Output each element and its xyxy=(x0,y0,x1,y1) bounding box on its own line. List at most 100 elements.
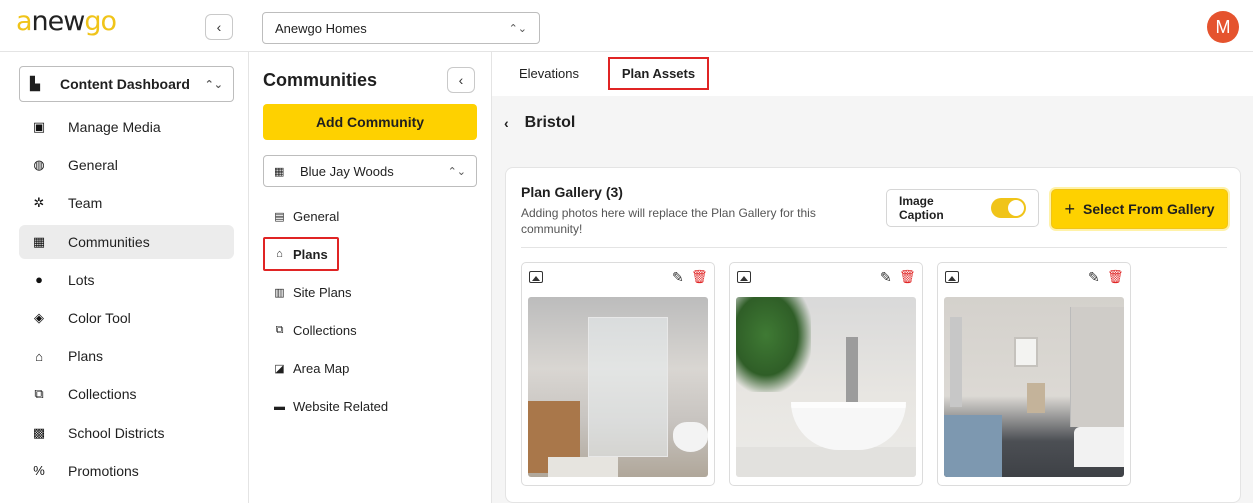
buildings-icon: ▦ xyxy=(32,233,46,249)
sidebar-nav: ▣ Manage Media ◍ General ✲ Team ▦ Communitie… xyxy=(19,110,234,492)
window-icon: ▬ xyxy=(274,400,285,413)
subnav-item-label: General xyxy=(293,208,340,224)
school-icon: ▩ xyxy=(32,424,46,440)
gallery-photo[interactable] xyxy=(736,297,916,477)
dashboard-icon: ▙ xyxy=(30,76,40,91)
door xyxy=(1070,307,1124,427)
anewgo-logo[interactable]: anewgo xyxy=(16,6,117,37)
rug xyxy=(548,457,618,477)
subnav-item-site-plans[interactable]: ▥ Site Plans xyxy=(263,275,477,309)
sidebar-item-lots[interactable]: ● Lots xyxy=(19,263,234,297)
subnav-item-label: Plans xyxy=(293,246,328,262)
sidebar-item-manage-media[interactable]: ▣ Manage Media xyxy=(19,110,234,144)
top-bar: anewgo ‹ Anewgo Homes ⌃⌄ M xyxy=(0,0,1253,52)
tab-elevations[interactable]: Elevations xyxy=(514,57,584,90)
sidebar-item-communities[interactable]: ▦ Communities xyxy=(19,224,234,259)
gallery-photo[interactable] xyxy=(528,297,708,477)
shower-glass xyxy=(588,317,668,457)
image-icon xyxy=(945,271,959,283)
area-map-icon: ◪ xyxy=(274,363,285,376)
left-sidebar: ▙ Content Dashboard ⌃⌄ ▣ Manage Media ◍ Ge… xyxy=(0,52,249,503)
logo-part-b: new xyxy=(31,6,86,37)
communities-collapse-button[interactable]: ‹ xyxy=(447,67,475,93)
toggle-knob xyxy=(1008,200,1024,216)
subnav-item-plans[interactable]: ⌂ Plans xyxy=(263,237,339,272)
sidebar-item-label: Communities xyxy=(68,233,150,250)
trash-icon[interactable]: 🗑 xyxy=(1107,269,1124,285)
sidebar-item-label: Lots xyxy=(68,271,95,288)
percent-icon: % xyxy=(33,463,45,479)
sidebar-item-team[interactable]: ✲ Team xyxy=(19,186,234,220)
sidebar-item-color-tool[interactable]: ◈ Color Tool xyxy=(19,301,234,335)
home-icon: ⌂ xyxy=(35,348,43,364)
sidebar-item-label: Promotions xyxy=(68,462,139,479)
logo-part-a: a xyxy=(16,6,33,37)
map-icon: ▥ xyxy=(274,286,285,299)
edit-icon[interactable]: ✎ xyxy=(672,269,684,286)
select-from-gallery-button[interactable]: + Select From Gallery xyxy=(1051,189,1228,229)
edit-icon[interactable]: ✎ xyxy=(880,269,892,286)
communities-title: Communities xyxy=(263,70,378,90)
community-select[interactable]: ▦ Blue Jay Woods ⌃⌄ xyxy=(263,155,477,187)
map-pin-icon: ● xyxy=(35,272,43,288)
back-chevron-icon[interactable]: ‹ xyxy=(504,115,509,131)
user-avatar[interactable]: M xyxy=(1207,11,1239,43)
trash-icon[interactable]: 🗑 xyxy=(899,269,916,285)
towel xyxy=(1027,383,1045,413)
community-select-value: Blue Jay Woods xyxy=(300,163,394,179)
gallery-title: Plan Gallery (3) xyxy=(521,184,623,200)
gallery-photo[interactable] xyxy=(944,297,1124,477)
image-icon xyxy=(737,271,751,283)
builder-select[interactable]: Anewgo Homes ⌃⌄ xyxy=(262,12,540,44)
gallery-description: Adding photos here will replace the Plan… xyxy=(521,206,816,236)
communities-panel: Communities ‹ Add Community ▦ Blue Jay W… xyxy=(249,52,492,503)
sidebar-item-label: General xyxy=(68,157,118,174)
subnav-item-label: Collections xyxy=(293,323,357,339)
faucet xyxy=(846,337,858,407)
team-icon: ✲ xyxy=(33,195,45,211)
chevron-updown-icon: ⌃⌄ xyxy=(204,78,223,91)
select-gallery-label: Select From Gallery xyxy=(1083,201,1215,217)
edit-icon[interactable]: ✎ xyxy=(1088,269,1100,286)
image-caption-toggle[interactable] xyxy=(990,198,1026,218)
sidebar-collapse-button[interactable]: ‹ xyxy=(205,14,233,40)
sidebar-item-label: Team xyxy=(68,195,103,212)
community-subnav: ▤ General ⌂ Plans ▥ Site Plans ⧉ Collections… xyxy=(263,199,477,428)
subnav-item-website-related[interactable]: ▬ Website Related xyxy=(263,390,477,424)
collections-icon: ⧉ xyxy=(34,386,44,402)
subnav-item-area-map[interactable]: ◪ Area Map xyxy=(263,352,477,386)
plus-icon: + xyxy=(1064,198,1075,219)
plan-tabs: Elevations Plan Assets xyxy=(492,52,1253,96)
image-caption-label: Image Caption xyxy=(899,194,944,222)
sidebar-item-promotions[interactable]: % Promotions xyxy=(19,454,234,488)
add-community-button[interactable]: Add Community xyxy=(263,104,477,140)
home-icon: ⌂ xyxy=(276,248,283,261)
divider xyxy=(521,247,1227,248)
tab-plan-assets[interactable]: Plan Assets xyxy=(608,57,709,90)
sidebar-item-general[interactable]: ◍ General xyxy=(19,148,234,182)
toilet xyxy=(673,422,708,452)
trash-icon[interactable]: 🗑 xyxy=(691,269,708,285)
gallery-image-card: ✎ 🗑 xyxy=(521,262,715,486)
breadcrumb: ‹ Bristol xyxy=(504,114,575,132)
plant xyxy=(736,297,811,392)
counter xyxy=(736,447,916,477)
chevron-updown-icon: ⌃⌄ xyxy=(447,165,466,178)
plan-gallery-card: Plan Gallery (3) Adding photos here will… xyxy=(505,167,1241,503)
chevron-left-icon: ‹ xyxy=(458,72,464,88)
media-icon: ▣ xyxy=(32,119,46,134)
globe-icon: ◍ xyxy=(33,157,45,173)
chevron-updown-icon: ⌃⌄ xyxy=(508,22,527,35)
buildings-icon: ▦ xyxy=(274,165,285,178)
sidebar-item-label: Collections xyxy=(68,386,137,403)
sidebar-item-collections[interactable]: ⧉ Collections xyxy=(19,377,234,411)
subnav-item-collections[interactable]: ⧉ Collections xyxy=(263,314,477,348)
bathtub xyxy=(1074,427,1124,467)
sidebar-item-school-districts[interactable]: ▩ School Districts xyxy=(19,416,234,450)
content-dashboard-select[interactable]: ▙ Content Dashboard ⌃⌄ xyxy=(19,66,234,102)
subnav-item-general[interactable]: ▤ General xyxy=(263,199,477,233)
gallery-image-card: ✎ 🗑 xyxy=(729,262,923,486)
wall-art xyxy=(1014,337,1038,367)
sidebar-item-plans[interactable]: ⌂ Plans xyxy=(19,339,234,373)
gallery-image-card: ✎ 🗑 xyxy=(937,262,1131,486)
